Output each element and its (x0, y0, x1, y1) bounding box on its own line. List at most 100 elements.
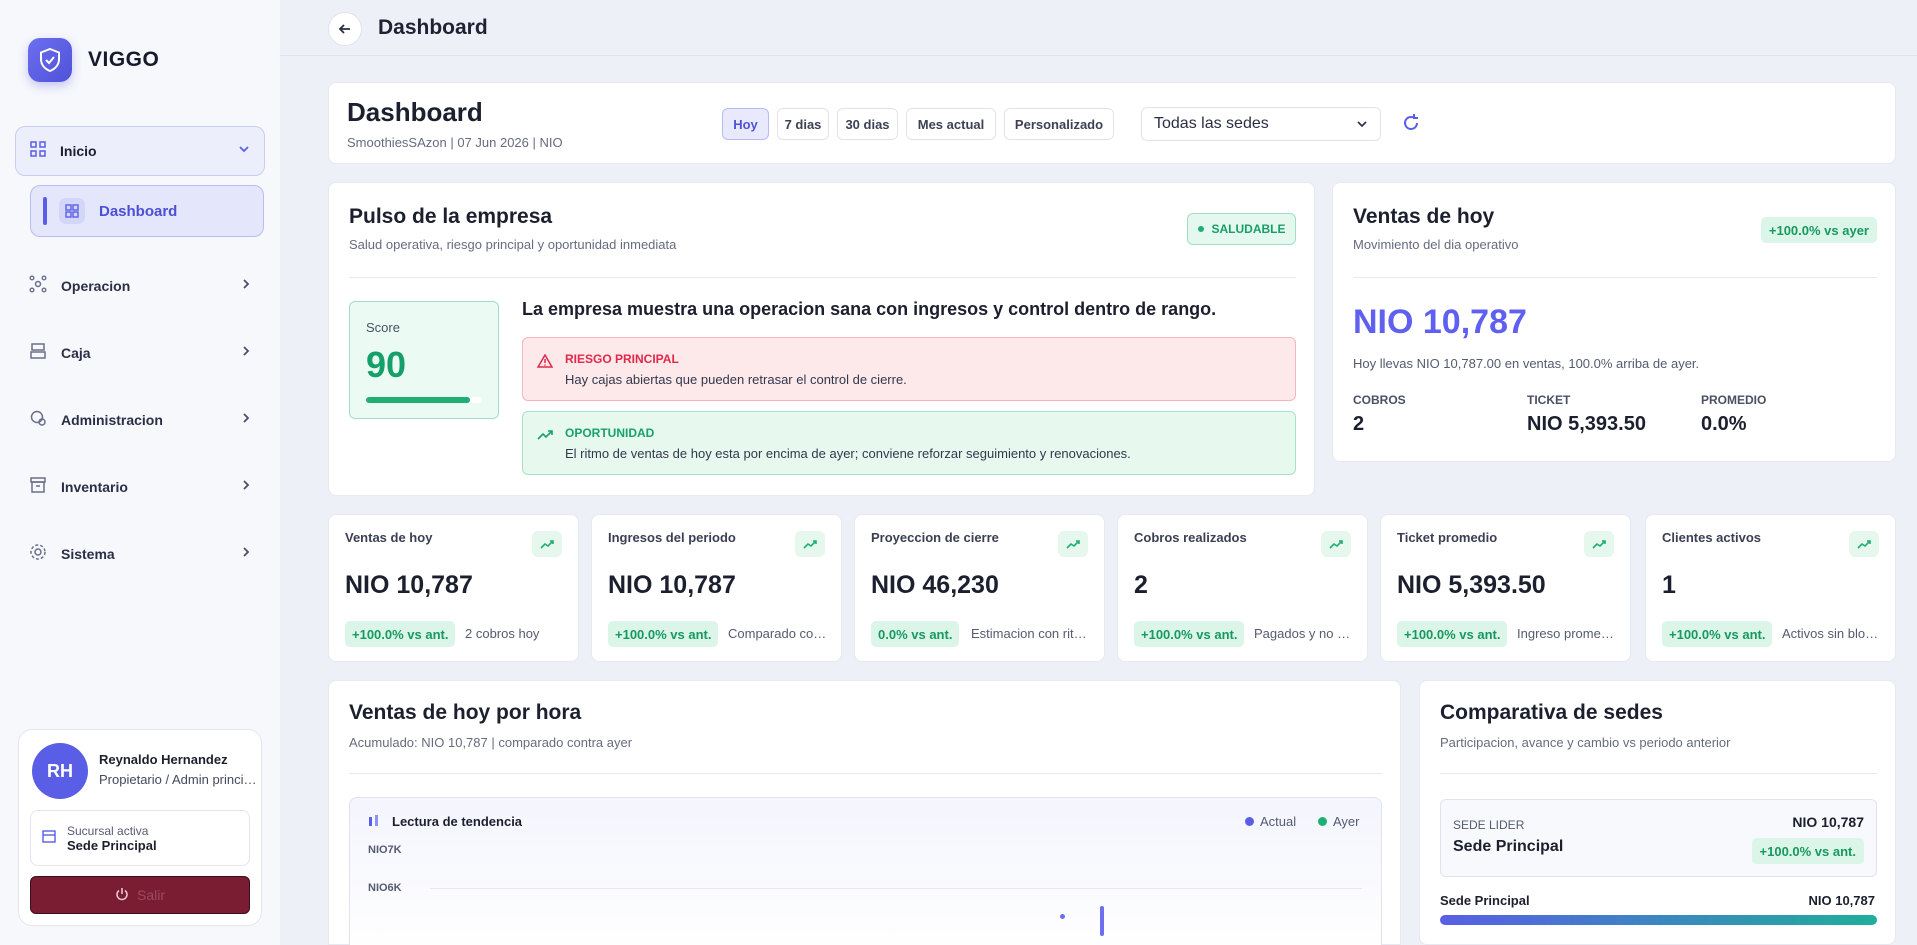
sidebar-item-sistema[interactable]: Sistema (15, 534, 265, 574)
leader-amount: NIO 10,787 (1792, 814, 1864, 830)
trend-up-icon (1584, 531, 1614, 557)
kpi-card[interactable]: Proyeccion de cierre NIO 46,230 0.0% vs … (854, 514, 1105, 662)
branch-share-bar (1440, 915, 1877, 925)
score-bar-fill (366, 397, 471, 403)
sidebar-item-label: Caja (61, 345, 91, 361)
sidebar-item-caja[interactable]: Caja (15, 333, 265, 373)
sales-amount: NIO 10,787 (1353, 303, 1527, 341)
status-badge-label: SALUDABLE (1211, 222, 1286, 236)
legend-actual: Actual (1245, 814, 1296, 829)
kpi-title: Ventas de hoy (345, 530, 433, 545)
logout-label: Salir (136, 887, 165, 903)
trend-up-icon (1058, 531, 1088, 557)
status-badge: SALUDABLE (1187, 213, 1296, 245)
range-personalizado[interactable]: Personalizado (1004, 108, 1114, 140)
user-card: RH Reynaldo Hernandez Propietario / Admi… (18, 729, 262, 926)
kpi-value: 2 (1134, 571, 1148, 599)
stat-label: PROMEDIO (1701, 393, 1767, 407)
y-tick-label: NIO6K (368, 882, 402, 894)
register-icon (29, 342, 47, 365)
sidebar-item-administracion[interactable]: Administracion (15, 400, 265, 440)
kpi-change: +100.0% vs ant. (345, 621, 456, 647)
grid-icon (30, 140, 46, 162)
kpi-title: Ingresos del periodo (608, 530, 736, 545)
kpi-value: NIO 46,230 (871, 571, 999, 599)
range-7-dias[interactable]: 7 dias (777, 108, 829, 140)
kpi-value: NIO 10,787 (608, 571, 736, 599)
back-button[interactable] (328, 12, 362, 46)
dashboard-icon (59, 198, 85, 224)
opportunity-text: El ritmo de ventas de hoy esta por encim… (565, 446, 1131, 461)
chevron-down-icon (238, 142, 250, 160)
stat-value: NIO 5,393.50 (1527, 413, 1646, 435)
logout-button[interactable]: Salir (30, 876, 250, 914)
status-dot-icon (1197, 226, 1204, 232)
sales-today-subtitle: Movimiento del dia operativo (1353, 237, 1519, 252)
kpi-change: +100.0% vs ant. (1662, 621, 1773, 647)
kpi-note: Estimacion con ritmo actual (971, 626, 1093, 641)
active-branch[interactable]: Sucursal activa Sede Principal (30, 810, 250, 866)
top-bar: Dashboard (280, 0, 1917, 56)
range-hoy[interactable]: Hoy (722, 108, 769, 140)
divider (1353, 277, 1877, 278)
warning-icon (536, 353, 554, 373)
kpi-card[interactable]: Clientes activos 1 +100.0% vs ant. Activ… (1645, 514, 1896, 662)
sede-select[interactable]: Todas las sedes (1141, 107, 1381, 141)
chevron-right-icon (241, 277, 251, 295)
kpi-card[interactable]: Ventas de hoy NIO 10,787 +100.0% vs ant.… (328, 514, 579, 662)
range-mes-actual[interactable]: Mes actual (906, 108, 996, 140)
kpi-title: Cobros realizados (1134, 530, 1247, 545)
kpi-change: +100.0% vs ant. (1397, 621, 1508, 647)
hourly-subtitle: Acumulado: NIO 10,787 | comparado contra… (349, 735, 633, 750)
user-role: Propietario / Admin principal (99, 772, 259, 787)
chart-title: Lectura de tendencia (392, 814, 523, 829)
chevron-right-icon (241, 545, 251, 563)
pulse-title: Pulso de la empresa (349, 205, 553, 228)
kpi-title: Ticket promedio (1397, 530, 1498, 545)
sidebar-item-label: Sistema (61, 546, 115, 562)
admin-icon (29, 409, 47, 432)
opportunity-alert: OPORTUNIDAD El ritmo de ventas de hoy es… (522, 411, 1296, 475)
kpi-change: +100.0% vs ant. (1134, 621, 1245, 647)
kpi-value: NIO 5,393.50 (1397, 571, 1546, 599)
bar-mark (1100, 906, 1104, 936)
score-bar (366, 397, 482, 403)
point-mark (1060, 914, 1065, 919)
sidebar-item-operacion[interactable]: Operacion (15, 266, 265, 306)
divider (349, 277, 1296, 278)
stat-value: 2 (1353, 413, 1365, 435)
power-icon (115, 887, 129, 904)
leader-change: +100.0% vs ant. (1751, 838, 1864, 864)
brand[interactable]: VIGGO (28, 38, 159, 82)
sidebar: VIGGO Inicio Dashboard Operacion Caja Ad… (0, 0, 280, 945)
arrow-left-icon (338, 24, 350, 34)
kpi-note: 2 cobros hoy (465, 626, 540, 641)
divider (1440, 773, 1877, 774)
sidebar-item-label: Administracion (61, 412, 163, 428)
kpi-note: Pagados y no anulados (1254, 626, 1356, 641)
range-30-dias[interactable]: 30 dias (837, 108, 898, 140)
risk-alert: RIESGO PRINCIPAL Hay cajas abiertas que … (522, 337, 1296, 401)
leader-label: SEDE LIDER (1453, 818, 1525, 832)
kpi-note: Comparado contra periodo anterior (728, 626, 830, 641)
sidebar-item-inventario[interactable]: Inventario (15, 467, 265, 507)
refresh-icon (1404, 114, 1418, 130)
kpi-card[interactable]: Cobros realizados 2 +100.0% vs ant. Paga… (1117, 514, 1368, 662)
branch-label: Sucursal activa (67, 823, 149, 838)
pulse-subtitle: Salud operativa, riesgo principal y opor… (349, 237, 677, 252)
nav-group-inicio[interactable]: Inicio (15, 126, 265, 176)
user-name: Reynaldo Hernandez (99, 752, 228, 767)
opportunity-title: OPORTUNIDAD (565, 426, 655, 440)
refresh-button[interactable] (1401, 113, 1421, 138)
kpi-card[interactable]: Ingresos del periodo NIO 10,787 +100.0% … (591, 514, 842, 662)
hourly-title: Ventas de hoy por hora (349, 701, 582, 724)
score-label: Score (366, 320, 400, 335)
stat-value: 0.0% (1701, 413, 1747, 435)
sidebar-item-label: Dashboard (99, 202, 178, 220)
sidebar-item-dashboard[interactable]: Dashboard (30, 185, 264, 237)
active-indicator (43, 197, 47, 225)
kpi-card[interactable]: Ticket promedio NIO 5,393.50 +100.0% vs … (1380, 514, 1631, 662)
score-value: 90 (366, 344, 407, 385)
kpi-note: Activos sin bloqueo (1782, 626, 1884, 641)
trend-up-icon (537, 428, 553, 446)
